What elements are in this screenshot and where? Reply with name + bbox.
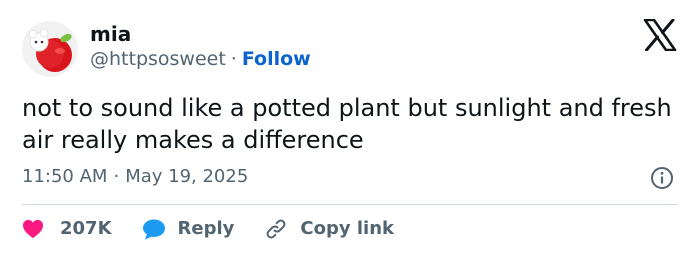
handle-separator: ·	[230, 48, 237, 70]
author-name[interactable]: mia	[90, 22, 131, 46]
author-handle-row: @httpsosweet · Follow	[90, 47, 311, 71]
tweet-timestamp[interactable]: 11:50 AM · May 19, 2025	[22, 165, 248, 189]
divider	[22, 204, 678, 205]
like-button[interactable]: 207K	[22, 215, 112, 243]
apple-mascot-avatar-icon	[22, 21, 78, 77]
heart-icon	[23, 219, 43, 239]
reply-label: Reply	[177, 218, 235, 239]
tweet-date: May 19, 2025	[125, 166, 249, 187]
tweet-text: not to sound like a potted plant but sun…	[22, 94, 672, 154]
timestamp-separator: ·	[113, 166, 120, 187]
reply-button[interactable]: Reply	[142, 215, 235, 243]
tweet-card: mia @httpsosweet · Follow not to sound lik…	[0, 0, 700, 256]
tweet-time: 11:50 AM	[22, 166, 108, 187]
link-icon	[266, 219, 286, 239]
like-count: 207K	[60, 218, 112, 239]
copy-link-button[interactable]: Copy link	[264, 215, 394, 243]
copy-link-label: Copy link	[300, 218, 394, 239]
author-handle[interactable]: @httpsosweet	[90, 48, 226, 70]
avatar[interactable]	[22, 21, 78, 77]
action-bar: 207K Reply Copy link	[22, 215, 424, 243]
info-icon[interactable]	[650, 166, 674, 190]
follow-button[interactable]: Follow	[242, 48, 311, 70]
x-logo-icon[interactable]	[643, 19, 677, 51]
speech-bubble-icon	[142, 219, 165, 240]
